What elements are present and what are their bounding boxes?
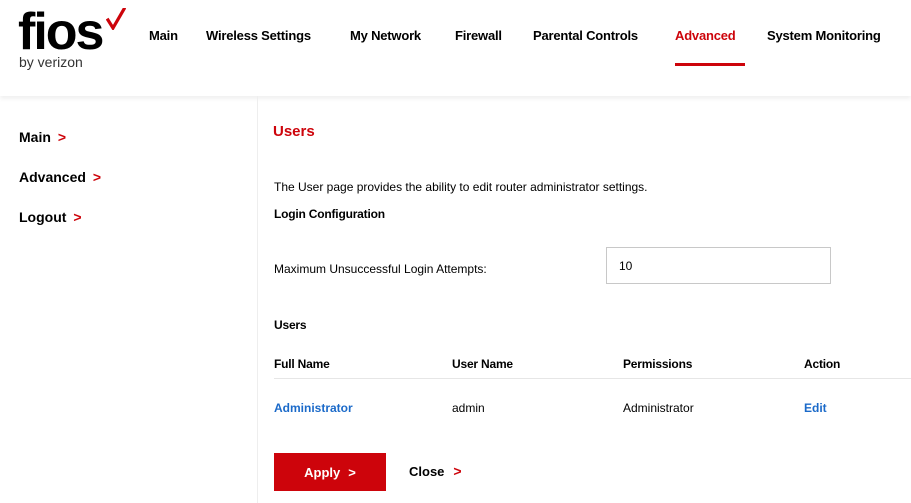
nav-firewall[interactable]: Firewall bbox=[455, 28, 502, 43]
apply-button[interactable]: Apply > bbox=[274, 453, 386, 491]
sidebar-item-advanced[interactable]: Advanced > bbox=[19, 169, 101, 185]
sidebar: Main > Advanced > Logout > bbox=[0, 96, 258, 503]
main-content: Users The User page provides the ability… bbox=[259, 96, 911, 503]
max-login-attempts-label: Maximum Unsuccessful Login Attempts: bbox=[274, 262, 487, 276]
chevron-right-icon: > bbox=[57, 129, 67, 145]
table-divider bbox=[274, 378, 911, 379]
fios-logo[interactable]: fios by verizon bbox=[18, 3, 128, 86]
sidebar-item-label: Advanced bbox=[19, 169, 86, 185]
max-login-attempts-input[interactable] bbox=[606, 247, 831, 284]
column-header-permissions: Permissions bbox=[623, 357, 693, 371]
verizon-check-icon bbox=[106, 8, 126, 30]
users-heading: Users bbox=[274, 318, 307, 332]
sidebar-item-label: Logout bbox=[19, 209, 67, 225]
nav-parental-controls[interactable]: Parental Controls bbox=[533, 28, 638, 43]
nav-advanced[interactable]: Advanced bbox=[675, 28, 736, 43]
sidebar-item-logout[interactable]: Logout > bbox=[19, 209, 82, 225]
page-title: Users bbox=[273, 123, 315, 140]
user-full-name-link[interactable]: Administrator bbox=[274, 401, 353, 415]
sidebar-item-label: Main bbox=[19, 129, 51, 145]
active-nav-underline bbox=[675, 63, 745, 66]
nav-main[interactable]: Main bbox=[149, 28, 178, 43]
column-header-user-name: User Name bbox=[452, 357, 513, 371]
login-configuration-heading: Login Configuration bbox=[274, 207, 385, 221]
logo-wordmark: fios bbox=[18, 3, 104, 61]
chevron-right-icon: > bbox=[92, 169, 102, 185]
nav-wireless-settings[interactable]: Wireless Settings bbox=[206, 28, 311, 43]
chevron-right-icon: > bbox=[348, 464, 356, 480]
column-header-action: Action bbox=[804, 357, 841, 371]
sidebar-item-main[interactable]: Main > bbox=[19, 129, 66, 145]
close-link[interactable]: Close > bbox=[409, 463, 462, 479]
chevron-right-icon: > bbox=[73, 209, 82, 225]
apply-button-label: Apply bbox=[304, 464, 341, 480]
user-name-cell: admin bbox=[452, 401, 485, 415]
column-header-full-name: Full Name bbox=[274, 357, 330, 371]
close-link-label: Close bbox=[409, 464, 445, 479]
nav-my-network[interactable]: My Network bbox=[350, 28, 421, 43]
top-header: fios by verizon Main Wireless Settings M… bbox=[0, 0, 911, 96]
logo-subtitle: by verizon bbox=[19, 54, 83, 70]
user-permissions-cell: Administrator bbox=[623, 401, 694, 415]
nav-system-monitoring[interactable]: System Monitoring bbox=[767, 28, 881, 43]
edit-user-link[interactable]: Edit bbox=[804, 401, 827, 415]
page-description: The User page provides the ability to ed… bbox=[274, 180, 648, 194]
chevron-right-icon: > bbox=[453, 463, 462, 479]
